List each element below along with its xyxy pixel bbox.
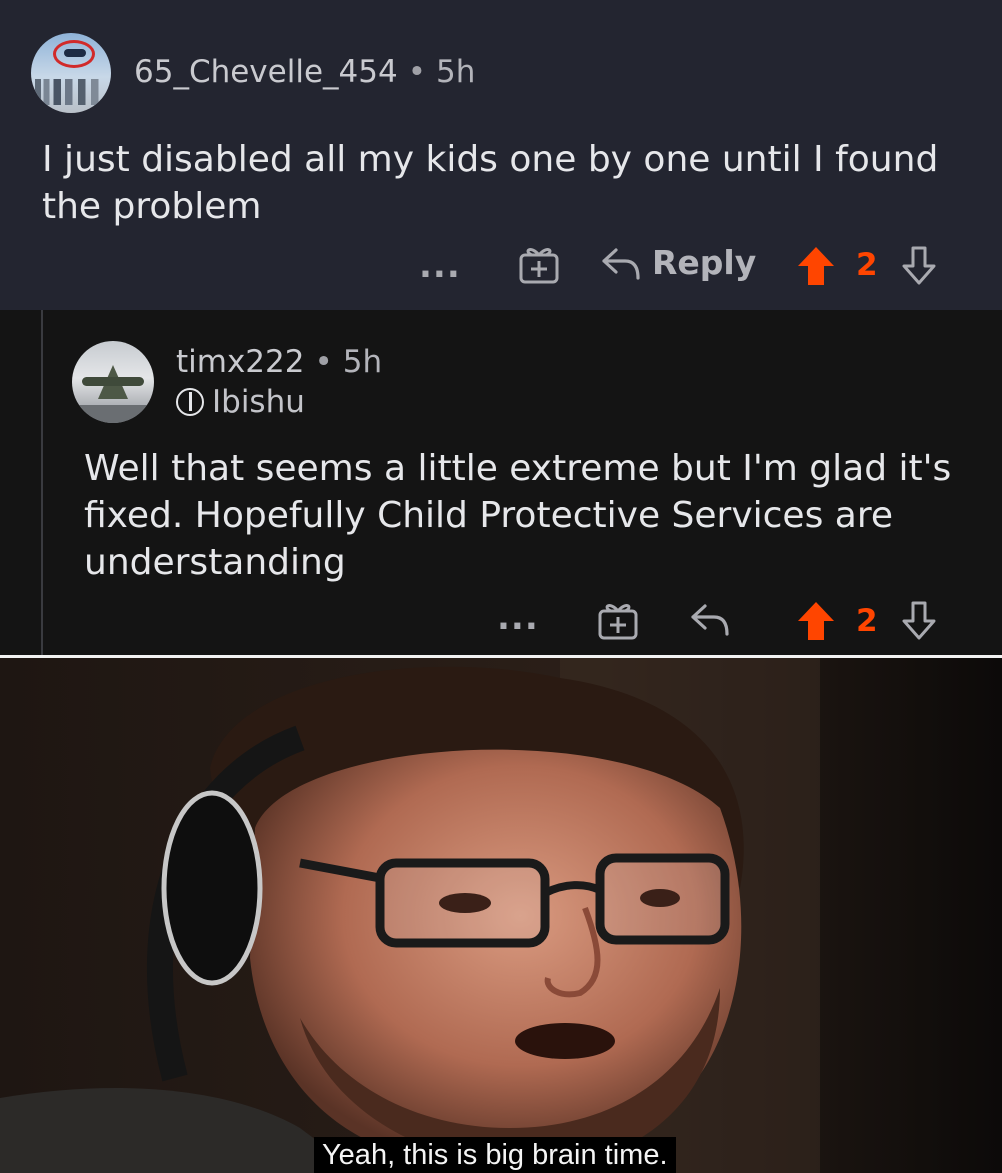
vote-count: 2 — [856, 603, 878, 639]
comment-time: 5h — [436, 54, 476, 90]
flair-icon — [176, 388, 204, 416]
flair-text: Ibishu — [212, 384, 305, 420]
comment-header: timx222 • 5h — [176, 344, 382, 380]
meme-image — [0, 658, 1002, 1173]
comment-body: Well that seems a little extreme but I'm… — [84, 445, 951, 586]
upvote-arrow-icon[interactable] — [796, 245, 836, 287]
comment-body-line: fixed. Hopefully Child Protective Servic… — [84, 495, 893, 536]
comment-body-line: understanding — [84, 542, 346, 583]
meme-man-illustration — [0, 658, 1002, 1173]
comment-body-line: the problem — [42, 186, 262, 227]
avatar-city-skyline — [35, 79, 107, 105]
avatar-runway — [72, 405, 154, 423]
avatar-car — [64, 49, 86, 57]
comment-body-line: Well that seems a little extreme but I'm… — [84, 448, 952, 489]
comment-body-line: I just disabled all my kids one by one u… — [42, 139, 939, 180]
username-link[interactable]: 65_Chevelle_454 — [134, 54, 398, 90]
avatar-jet-body — [82, 377, 144, 386]
upvote-arrow-icon[interactable] — [796, 600, 836, 642]
comment-time: 5h — [342, 344, 383, 380]
award-icon[interactable] — [518, 243, 560, 285]
user-avatar[interactable] — [72, 341, 154, 423]
screenshot-frame: 65_Chevelle_454 • 5h I just disabled all m… — [0, 0, 1002, 1173]
user-avatar[interactable] — [31, 33, 111, 113]
username-link[interactable]: timx222 — [176, 344, 304, 380]
comment-body: I just disabled all my kids one by one u… — [42, 136, 938, 230]
reply-arrow-icon[interactable] — [690, 603, 730, 637]
downvote-arrow-icon[interactable] — [899, 600, 939, 642]
user-flair: Ibishu — [176, 384, 305, 420]
vote-count: 2 — [856, 247, 878, 283]
award-icon[interactable] — [597, 599, 639, 641]
reply-button[interactable]: Reply — [652, 243, 756, 282]
comment-header: 65_Chevelle_454 • 5h — [134, 54, 475, 90]
more-options-button[interactable]: ... — [419, 249, 461, 283]
meme-caption: Yeah, this is big brain time. — [314, 1137, 676, 1173]
thread-collapse-line[interactable] — [41, 310, 43, 655]
reply-arrow-icon[interactable] — [601, 247, 641, 281]
more-options-button[interactable]: ... — [497, 601, 539, 635]
separator-dot: • — [314, 344, 333, 380]
downvote-arrow-icon[interactable] — [899, 245, 939, 287]
separator-dot: • — [407, 54, 426, 90]
